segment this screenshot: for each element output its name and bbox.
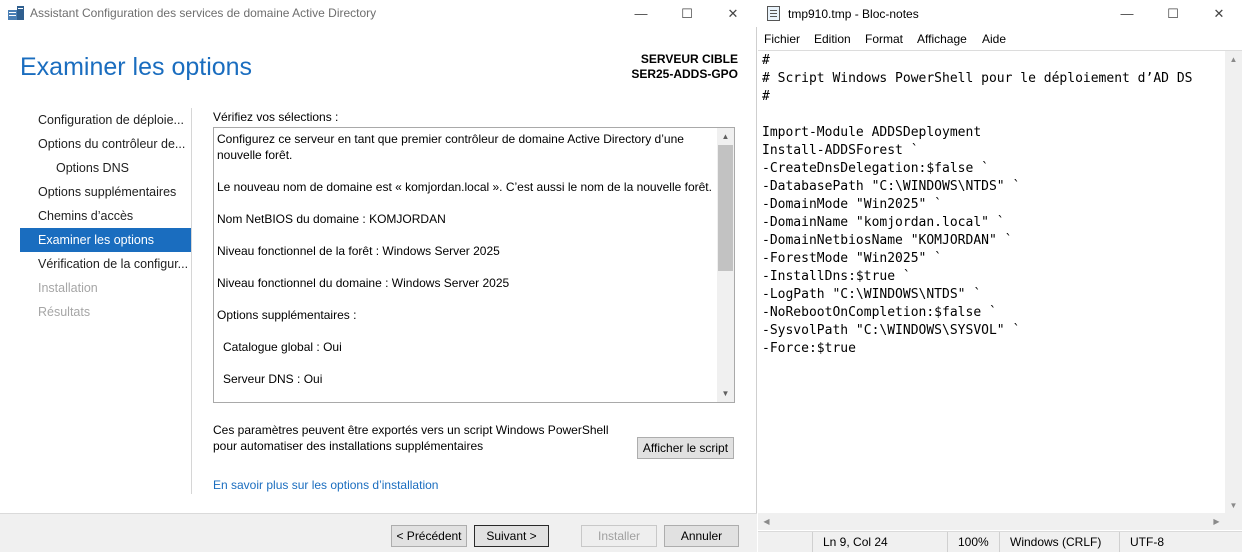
wizard-titlebar: Assistant Configuration des services de … (0, 0, 757, 27)
scroll-down-icon[interactable]: ▼ (1225, 497, 1242, 514)
target-server-label: SERVEUR CIBLE (640, 52, 738, 66)
zoom-level: 100% (947, 532, 999, 552)
menu-edit[interactable]: Edition (814, 32, 851, 46)
summary-line: Le nouveau nom de domaine est « komjorda… (217, 180, 712, 194)
script-content[interactable]: # # Script Windows PowerShell pour le dé… (762, 52, 1192, 358)
scroll-left-icon[interactable]: ◀ (758, 513, 775, 530)
menu-view[interactable]: Affichage (917, 32, 967, 46)
summary-line: Niveau fonctionnel du domaine : Windows … (217, 276, 510, 290)
minimize-icon: — (634, 6, 648, 21)
summary-line: Nom NetBIOS du domaine : KOMJORDAN (217, 212, 446, 226)
previous-button[interactable]: < Précédent (391, 525, 467, 547)
export-script-description: Ces paramètres peuvent être exportés ver… (213, 423, 609, 453)
notepad-window-title: tmp910.tmp - Bloc-notes (788, 7, 919, 21)
adds-wizard-window: Assistant Configuration des services de … (0, 0, 757, 552)
summary-line: Niveau fonctionnel de la forêt : Windows… (217, 244, 500, 258)
nav-item-results: Résultats (38, 305, 91, 319)
close-icon: ✕ (727, 5, 739, 21)
notepad-close-button[interactable]: ✕ (1196, 0, 1242, 27)
summary-textbox[interactable]: Configurez ce serveur en tant que premie… (213, 127, 735, 403)
minimize-button[interactable]: — (618, 0, 664, 27)
nav-item-review-options[interactable]: Examiner les options (20, 228, 192, 252)
notepad-minimize-button[interactable]: — (1104, 0, 1150, 27)
nav-item-dns-options[interactable]: Options DNS (20, 156, 192, 180)
summary-line: Options supplémentaires : (217, 308, 357, 322)
close-button[interactable]: ✕ (710, 0, 756, 27)
next-button[interactable]: Suivant > (474, 525, 549, 547)
nav-item-dc-options[interactable]: Options du contrôleur de... (20, 132, 192, 156)
server-manager-icon (8, 6, 24, 20)
summary-line: Serveur DNS : Oui (223, 372, 323, 386)
maximize-icon: ☐ (1167, 5, 1179, 21)
maximize-button[interactable]: ☐ (664, 0, 710, 27)
notepad-titlebar: tmp910.tmp - Bloc-notes — ☐ ✕ (758, 0, 1242, 28)
cancel-button[interactable]: Annuler (664, 525, 739, 547)
learn-more-link[interactable]: En savoir plus sur les options d’install… (213, 478, 438, 492)
target-server-name: SER25-ADDS-GPO (631, 67, 738, 81)
menu-help[interactable]: Aide (982, 32, 1006, 46)
notepad-icon (767, 6, 780, 21)
horizontal-scrollbar[interactable]: ◀ ▶ (758, 513, 1242, 530)
view-script-button[interactable]: Afficher le script (637, 437, 734, 459)
verify-selections-label: Vérifiez vos sélections : (213, 110, 339, 124)
scroll-thumb[interactable] (718, 145, 733, 271)
encoding: UTF-8 (1119, 532, 1242, 552)
vertical-scrollbar[interactable]: ▲ ▼ (1225, 51, 1242, 514)
scroll-up-icon[interactable]: ▲ (1225, 51, 1242, 68)
notepad-maximize-button[interactable]: ☐ (1150, 0, 1196, 27)
summary-line: Configurez ce serveur en tant que premie… (217, 132, 684, 162)
minimize-icon: — (1120, 6, 1134, 21)
menu-file[interactable]: Fichier (764, 32, 800, 46)
summary-scrollbar[interactable]: ▲ ▼ (717, 128, 734, 402)
nav-divider (191, 108, 192, 494)
nav-item-deployment-config[interactable]: Configuration de déploie... (20, 108, 192, 132)
install-button: Installer (581, 525, 657, 547)
notepad-window: tmp910.tmp - Bloc-notes — ☐ ✕ Fichier Ed… (758, 0, 1242, 552)
scroll-right-icon[interactable]: ▶ (1208, 513, 1225, 530)
summary-line: Catalogue global : Oui (223, 340, 342, 354)
menu-format[interactable]: Format (865, 32, 903, 46)
nav-item-prerequisites-check[interactable]: Vérification de la configur... (20, 252, 192, 276)
notepad-editor[interactable]: # # Script Windows PowerShell pour le dé… (758, 50, 1242, 514)
nav-item-additional-options[interactable]: Options supplémentaires (20, 180, 192, 204)
maximize-icon: ☐ (681, 5, 693, 21)
wizard-footer: < Précédent Suivant > Installer Annuler (0, 513, 757, 552)
scroll-up-icon[interactable]: ▲ (717, 128, 734, 145)
nav-item-installation: Installation (38, 281, 98, 295)
notepad-menubar: Fichier Edition Format Affichage Aide (758, 29, 1242, 49)
scroll-down-icon[interactable]: ▼ (717, 385, 734, 402)
line-ending: Windows (CRLF) (999, 532, 1119, 552)
summary-text: Configurez ce serveur en tant que premie… (217, 131, 715, 387)
notepad-statusbar: Ln 9, Col 24 100% Windows (CRLF) UTF-8 (758, 531, 1242, 552)
page-title: Examiner les options (20, 53, 253, 81)
close-icon: ✕ (1213, 5, 1225, 21)
cursor-position: Ln 9, Col 24 (812, 532, 947, 552)
nav-item-paths[interactable]: Chemins d’accès (20, 204, 192, 228)
wizard-steps-nav: Configuration de déploie... Options du c… (20, 108, 192, 324)
wizard-window-title: Assistant Configuration des services de … (30, 6, 377, 20)
